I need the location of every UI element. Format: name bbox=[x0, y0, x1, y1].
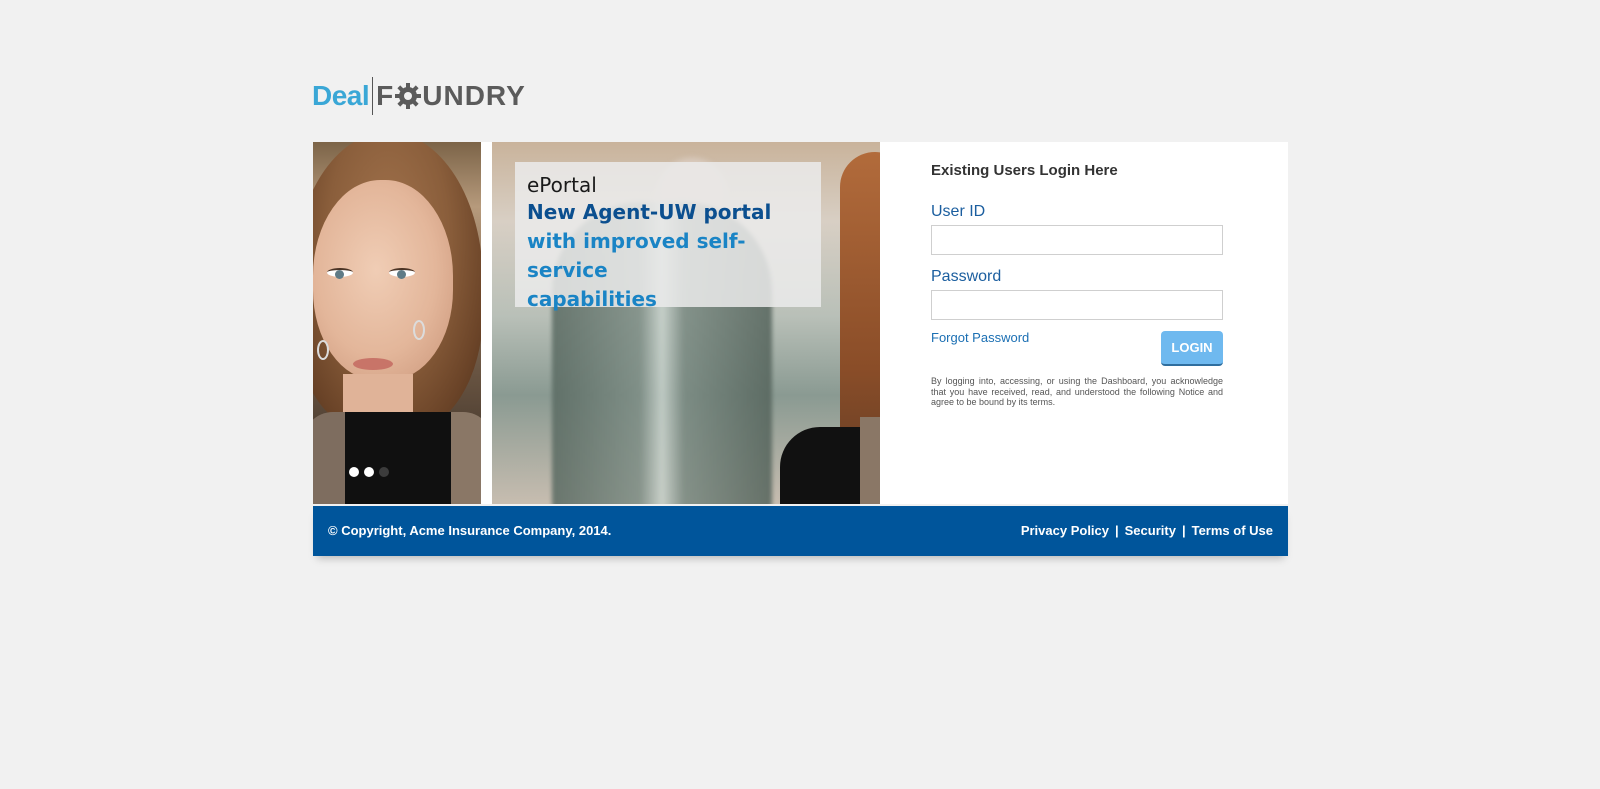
carousel-dots bbox=[349, 467, 389, 477]
password-label: Password bbox=[931, 268, 1002, 285]
terms-of-use-link[interactable]: Terms of Use bbox=[1192, 523, 1273, 538]
gear-icon bbox=[395, 83, 422, 109]
forgot-password-link[interactable]: Forgot Password bbox=[931, 330, 1029, 345]
copyright-text: © Copyright, Acme Insurance Company, 201… bbox=[328, 523, 612, 538]
footer: © Copyright, Acme Insurance Company, 201… bbox=[313, 506, 1288, 556]
login-title: Existing Users Login Here bbox=[931, 162, 1118, 179]
deal-foundry-logo: Deal F UNDRY bbox=[312, 76, 526, 116]
user-id-input[interactable] bbox=[931, 225, 1223, 255]
login-form: Existing Users Login Here User ID Passwo… bbox=[931, 142, 1231, 504]
user-id-label: User ID bbox=[931, 203, 986, 220]
carousel-dot[interactable] bbox=[349, 467, 359, 477]
password-input[interactable] bbox=[931, 290, 1223, 320]
footer-separator: | bbox=[1115, 523, 1119, 538]
promo-line-3: capabilities bbox=[527, 287, 657, 311]
promo-line-1: New Agent-UW portal bbox=[527, 200, 772, 224]
footer-separator: | bbox=[1181, 523, 1186, 538]
promo-line-2: with improved self-service bbox=[527, 229, 746, 282]
carousel-photo-left bbox=[313, 142, 481, 504]
logo-foundry-f: F bbox=[376, 80, 395, 111]
login-button[interactable]: LOGIN bbox=[1161, 331, 1223, 366]
carousel-dot[interactable] bbox=[379, 467, 389, 477]
logo-deal-text: Deal bbox=[312, 80, 370, 111]
privacy-policy-link[interactable]: Privacy Policy bbox=[1021, 523, 1109, 538]
security-link[interactable]: Security bbox=[1125, 523, 1176, 538]
logo-foundry-text: F UNDRY bbox=[376, 80, 526, 112]
logo-divider bbox=[372, 77, 374, 115]
promo-banner: ePortal New Agent-UW portal with improve… bbox=[515, 162, 821, 311]
footer-links: Privacy Policy | Security | Terms of Use bbox=[1021, 523, 1273, 538]
promo-title: ePortal bbox=[527, 173, 597, 197]
logo-foundry-rest: UNDRY bbox=[422, 80, 526, 111]
carousel-dot-active[interactable] bbox=[364, 467, 374, 477]
login-card: ePortal New Agent-UW portal with improve… bbox=[313, 142, 1288, 504]
legal-notice: By logging into, accessing, or using the… bbox=[931, 376, 1223, 407]
